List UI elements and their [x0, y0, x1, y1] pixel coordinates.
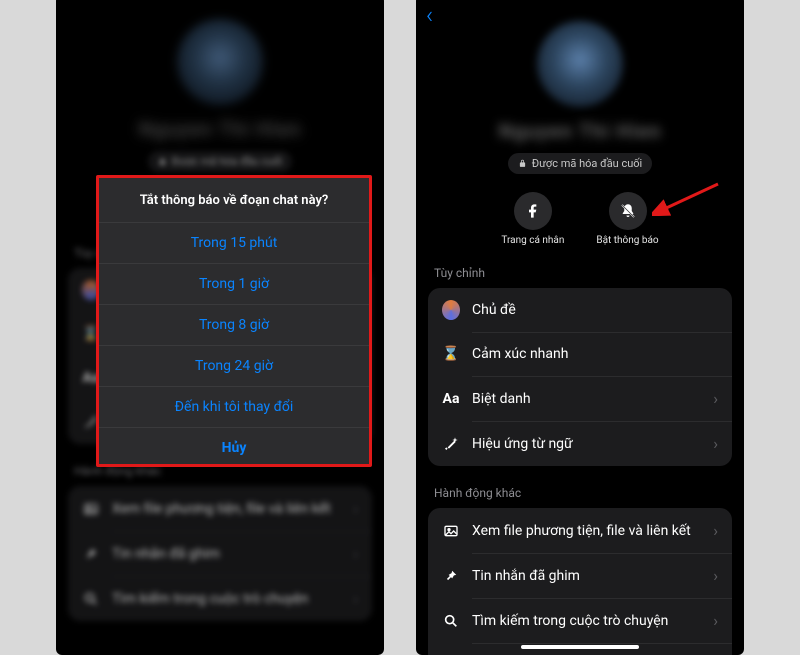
row-nickname-label: Biệt danh	[472, 391, 701, 407]
option-15-minutes[interactable]: Trong 15 phút	[99, 222, 369, 263]
row-pinned[interactable]: Tin nhắn đã ghim ›	[68, 531, 372, 576]
row-search[interactable]: Tìm kiếm trong cuộc trò chuyện ›	[68, 576, 372, 621]
wand-icon	[442, 435, 460, 453]
theme-swatch-icon	[442, 300, 460, 320]
row-media-label: Xem file phương tiện, file và liên kết	[112, 501, 341, 517]
row-media[interactable]: Xem file phương tiện, file và liên kết ›	[68, 486, 372, 531]
row-effects-label: Hiệu ứng từ ngữ	[472, 436, 701, 452]
chevron-right-icon: ›	[353, 544, 358, 563]
search-icon	[442, 612, 460, 630]
profile-page-button[interactable]: Trang cá nhân	[501, 192, 564, 246]
row-pinned[interactable]: Tin nhắn đã ghim ›	[428, 553, 732, 598]
row-emoji[interactable]: ⌛ Cảm xúc nhanh	[428, 332, 732, 376]
chevron-right-icon: ›	[713, 611, 718, 630]
section-customize-label: Tùy chỉnh	[416, 246, 744, 288]
row-theme[interactable]: Chủ đề	[428, 288, 732, 332]
encryption-label: Được mã hóa đầu cuối	[172, 155, 282, 168]
mute-label: Bật thông báo	[596, 235, 658, 246]
back-button[interactable]: ‹	[426, 1, 433, 29]
pin-icon	[82, 545, 100, 563]
option-1-hour[interactable]: Trong 1 giờ	[99, 263, 369, 304]
hourglass-icon: ⌛	[442, 345, 460, 363]
actions-card: Xem file phương tiện, file và liên kết ›…	[68, 486, 372, 621]
option-24-hours[interactable]: Trong 24 giờ	[99, 345, 369, 386]
cancel-button[interactable]: Hủy	[99, 427, 369, 464]
phone-left: Nguyen Thi Hien Được mã hóa đầu cuối Tùy…	[56, 0, 384, 655]
pin-icon	[442, 567, 460, 585]
home-indicator	[521, 645, 639, 649]
modal-title: Tắt thông báo về đoạn chat này?	[99, 178, 369, 222]
avatar	[177, 19, 263, 105]
row-search-label: Tìm kiếm trong cuộc trò chuyện	[112, 591, 341, 607]
phone-right: ‹ Nguyen Thi Hien Được mã hóa đầu cuối T…	[416, 0, 744, 655]
search-icon	[82, 590, 100, 608]
encryption-label: Được mã hóa đầu cuối	[532, 157, 642, 170]
encryption-badge: Được mã hóa đầu cuối	[508, 153, 652, 174]
facebook-icon	[514, 192, 552, 230]
avatar	[537, 21, 623, 107]
row-media-label: Xem file phương tiện, file và liên kết	[472, 523, 701, 539]
row-search-label: Tìm kiếm trong cuộc trò chuyện	[472, 613, 701, 629]
row-media[interactable]: Xem file phương tiện, file và liên kết ›	[428, 508, 732, 553]
bell-off-icon	[609, 192, 647, 230]
row-pinned-label: Tin nhắn đã ghim	[472, 568, 701, 584]
profile-name-blurred: Nguyen Thi Hien	[416, 119, 744, 143]
row-pinned-label: Tin nhắn đã ghim	[112, 546, 341, 562]
customize-card: Chủ đề ⌛ Cảm xúc nhanh Aa Biệt danh › Hi…	[428, 288, 732, 466]
image-icon	[442, 522, 460, 540]
mute-button[interactable]: Bật thông báo	[596, 192, 658, 246]
section-actions-label: Hành động khác	[416, 466, 744, 508]
actions-card: Xem file phương tiện, file và liên kết ›…	[428, 508, 732, 655]
aa-icon: Aa	[442, 390, 460, 408]
row-emoji-label: Cảm xúc nhanh	[472, 346, 718, 362]
mute-action-sheet: Tắt thông báo về đoạn chat này? Trong 15…	[96, 175, 372, 467]
encryption-badge: Được mã hóa đầu cuối	[148, 151, 292, 172]
chevron-right-icon: ›	[713, 389, 718, 408]
option-8-hours[interactable]: Trong 8 giờ	[99, 304, 369, 345]
row-theme-label: Chủ đề	[472, 302, 718, 318]
option-until-change[interactable]: Đến khi tôi thay đổi	[99, 386, 369, 427]
profile-name-blurred: Nguyen Thi Hien	[56, 117, 384, 141]
chevron-right-icon: ›	[353, 499, 358, 518]
chevron-right-icon: ›	[353, 589, 358, 608]
chevron-right-icon: ›	[713, 434, 718, 453]
chevron-right-icon: ›	[713, 521, 718, 540]
profile-page-label: Trang cá nhân	[501, 235, 564, 246]
chevron-right-icon: ›	[713, 566, 718, 585]
row-search[interactable]: Tìm kiếm trong cuộc trò chuyện ›	[428, 598, 732, 643]
row-effects[interactable]: Hiệu ứng từ ngữ ›	[428, 421, 732, 466]
row-nickname[interactable]: Aa Biệt danh ›	[428, 376, 732, 421]
image-icon	[82, 500, 100, 518]
